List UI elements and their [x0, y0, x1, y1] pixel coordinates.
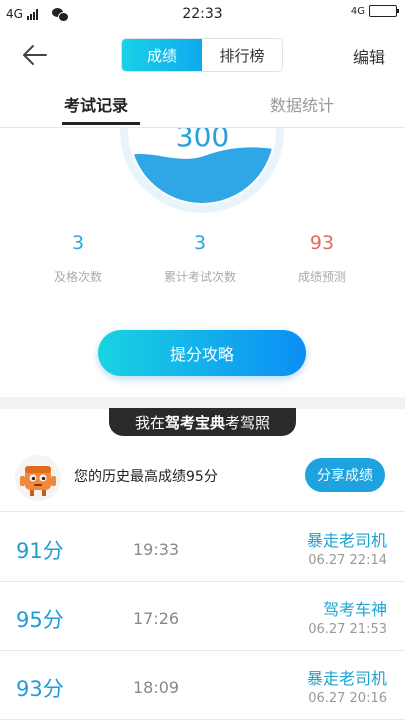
network-right-label: 4G	[350, 5, 365, 17]
record-row[interactable]: 95分 17:26 驾考车神 06.27 21:53	[0, 582, 405, 651]
stat-value: 93	[309, 232, 335, 254]
record-duration: 18:09	[133, 678, 180, 697]
record-row[interactable]: 93分 18:09 暴走老司机 06.27 20:16	[0, 651, 405, 720]
record-title: 暴走老司机	[306, 669, 387, 688]
exam-record-list: 91分 19:33 暴走老司机 06.27 22:14 95分 17:26 驾考…	[0, 513, 405, 720]
record-date: 06.27 20:16	[308, 691, 387, 706]
record-date: 06.27 21:53	[308, 622, 387, 637]
record-duration: 19:33	[133, 540, 180, 559]
record-title: 暴走老司机	[306, 531, 387, 550]
stat-pass-count: 3 及格次数	[18, 232, 138, 285]
nav-bar: 成绩 排行榜 编辑	[0, 30, 405, 80]
improve-tips-button[interactable]: 提分攻略	[98, 330, 306, 376]
segmented-control: 成绩 排行榜	[121, 38, 283, 72]
mascot-avatar-icon	[15, 455, 61, 501]
record-row[interactable]: 91分 19:33 暴走老司机 06.27 22:14	[0, 513, 405, 582]
stat-value: 3	[71, 232, 85, 254]
badge-suffix: 考驾照	[225, 413, 271, 432]
tab-exam-records[interactable]: 考试记录	[64, 92, 128, 116]
stat-prediction: 93 成绩预测	[262, 232, 382, 285]
score-gauge: 300	[0, 128, 405, 218]
back-arrow-icon[interactable]	[22, 42, 48, 68]
record-score: 91分	[16, 539, 64, 563]
brand-badge: 我在 驾考宝典 考驾照	[109, 408, 296, 436]
record-title: 驾考车神	[322, 600, 387, 619]
battery-icon	[369, 5, 399, 17]
stat-label: 及格次数	[53, 270, 102, 284]
tab-scores[interactable]: 成绩	[122, 39, 202, 71]
stat-value: 3	[193, 232, 207, 254]
share-score-button[interactable]: 分享成绩	[305, 458, 385, 492]
record-date: 06.27 22:14	[308, 553, 387, 568]
status-right: 4G	[350, 5, 399, 17]
stat-total-exams: 3 累计考试次数	[140, 232, 260, 285]
status-time: 22:33	[182, 6, 223, 22]
record-score: 93分	[16, 677, 64, 701]
badge-brand: 驾考宝典	[164, 413, 225, 432]
stat-label: 累计考试次数	[163, 270, 236, 284]
gauge-score: 300	[175, 128, 230, 153]
tab-leaderboard[interactable]: 排行榜	[202, 39, 282, 71]
edit-button[interactable]: 编辑	[353, 44, 385, 68]
badge-prefix: 我在	[134, 413, 165, 432]
active-tab-underline	[62, 122, 140, 125]
record-score: 95分	[16, 608, 64, 632]
status-bar: 4G 22:33 4G	[0, 0, 405, 30]
record-duration: 17:26	[133, 609, 180, 628]
sub-tabs: 考试记录 数据统计	[0, 86, 405, 128]
best-score-row: 您的历史最高成绩95分 分享成绩	[0, 446, 405, 512]
tab-data-stats[interactable]: 数据统计	[270, 92, 334, 116]
best-score-text: 您的历史最高成绩95分	[74, 469, 218, 485]
stat-label: 成绩预测	[297, 270, 346, 284]
